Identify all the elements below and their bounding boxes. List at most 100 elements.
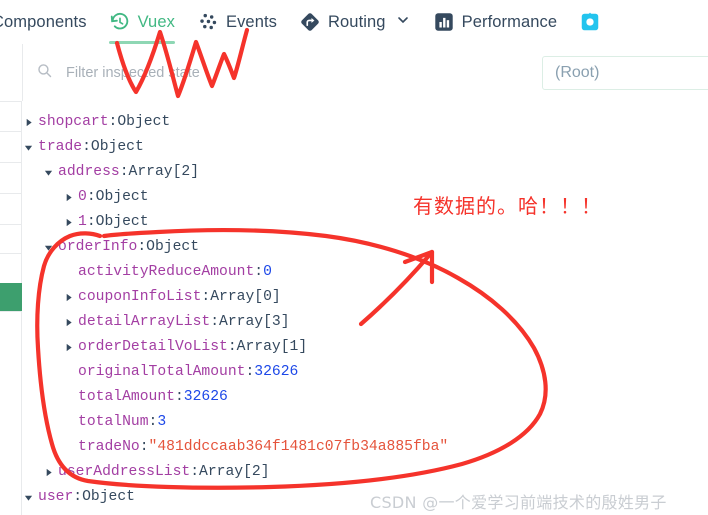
state-tree-row[interactable]: 1: Object (22, 210, 708, 235)
state-tree-row[interactable]: address: Array[2] (22, 160, 708, 185)
state-inspector-body: shopcart: Object trade: Object address: Ar… (0, 101, 708, 515)
vuex-history-icon (109, 11, 131, 33)
state-key: couponInfoList (78, 289, 202, 305)
state-value: Array[0] (210, 289, 281, 305)
triangle-down-icon[interactable] (42, 160, 55, 185)
state-value: "481ddccaab364f1481c07fb34a885fba" (148, 439, 449, 455)
tab-settings[interactable] (568, 0, 612, 44)
state-key-separator: : (148, 414, 158, 430)
state-key-separator: : (108, 114, 118, 130)
state-tree-row[interactable]: detailArrayList: Array[3] (22, 310, 708, 335)
chevron-down-icon[interactable] (393, 12, 411, 33)
triangle-right-icon[interactable] (62, 210, 75, 235)
state-key: tradeNo (78, 439, 140, 455)
tab-performance-label: Performance (461, 12, 558, 31)
state-tree-row[interactable]: tradeNo: "481ddccaab364f1481c07fb34a885f… (22, 435, 708, 460)
state-value: Object (90, 139, 144, 155)
triangle-right-icon[interactable] (22, 110, 35, 135)
state-tree-row[interactable]: trade: Object (22, 135, 708, 160)
state-key-separator: : (73, 489, 83, 505)
root-scope-selector[interactable]: (Root) (542, 55, 708, 90)
state-key-separator: : (174, 389, 184, 405)
state-tree-row[interactable]: orderInfo: Object (22, 235, 708, 260)
state-key-separator: : (86, 189, 96, 205)
state-key: shopcart (38, 114, 109, 130)
state-tree-row[interactable]: totalAmount: 32626 (22, 385, 708, 410)
devtools-tab-bar: Components Vuex Events Routing Performan… (0, 0, 708, 45)
state-key: totalNum (78, 414, 149, 430)
state-key: address (58, 164, 120, 180)
root-scope-value: (Root) (555, 63, 600, 81)
state-key-separator: : (210, 314, 220, 330)
left-rail-selected-row[interactable] (0, 283, 22, 311)
state-key-separator: : (137, 239, 147, 255)
state-key: orderInfo (58, 239, 138, 255)
state-tree-row[interactable]: couponInfoList: Array[0] (22, 285, 708, 310)
triangle-right-icon[interactable] (62, 310, 75, 335)
tab-events-label: Events (225, 12, 278, 31)
tab-routing[interactable]: Routing (288, 0, 422, 44)
state-key: originalTotalAmount (78, 364, 246, 380)
state-key: activityReduceAmount (78, 264, 255, 280)
triangle-down-icon[interactable] (22, 485, 35, 510)
state-key-separator: : (254, 264, 264, 280)
tab-routing-label: Routing (328, 12, 386, 31)
state-value: 32626 (254, 364, 299, 380)
state-key: trade (38, 139, 83, 155)
triangle-down-icon[interactable] (42, 235, 55, 260)
search-icon (36, 62, 53, 84)
state-value: Object (95, 189, 149, 205)
tab-vuex-label: Vuex (137, 12, 175, 31)
left-rail (0, 101, 22, 515)
state-key: 1 (78, 214, 87, 230)
state-value: Array[3] (219, 314, 290, 330)
state-value: Object (146, 239, 200, 255)
state-tree: shopcart: Object trade: Object address: Ar… (22, 101, 708, 515)
state-value: Object (95, 214, 149, 230)
state-tree-row[interactable]: orderDetailVoList: Array[1] (22, 335, 708, 360)
triangle-right-icon[interactable] (42, 460, 55, 485)
state-value: Array[1] (236, 339, 308, 355)
state-value: Array[2] (199, 464, 270, 480)
filter-field-wrapper (23, 62, 542, 84)
state-key: totalAmount (78, 389, 175, 405)
tab-events[interactable]: Events (186, 0, 288, 44)
state-key: orderDetailVoList (78, 339, 228, 355)
csdn-watermark: CSDN @一个爱学习前端技术的殷姓男子 (370, 493, 667, 512)
state-tree-row[interactable]: shopcart: Object (22, 110, 708, 135)
tab-components-label: Components (0, 12, 87, 31)
triangle-right-icon[interactable] (62, 335, 75, 360)
state-key-separator: : (190, 464, 200, 480)
routing-diamond-icon (299, 11, 321, 33)
state-tree-row[interactable]: totalNum: 3 (22, 410, 708, 435)
state-key-separator: : (86, 214, 96, 230)
state-tree-row[interactable]: userAddressList: Array[2] (22, 460, 708, 485)
triangle-down-icon[interactable] (22, 135, 35, 160)
state-value: Array[2] (128, 164, 200, 180)
triangle-right-icon[interactable] (62, 185, 75, 210)
state-key-separator: : (82, 139, 91, 155)
state-value: 3 (157, 414, 167, 430)
state-key-separator: : (139, 439, 149, 455)
state-tree-row[interactable]: activityReduceAmount: 0 (22, 260, 708, 285)
state-value: Object (117, 114, 171, 130)
state-key: detailArrayList (78, 314, 211, 330)
state-value: 32626 (183, 389, 228, 405)
state-key: 0 (78, 189, 87, 205)
state-tree-row[interactable]: originalTotalAmount: 32626 (22, 360, 708, 385)
state-key: userAddressList (58, 464, 191, 480)
triangle-right-icon[interactable] (62, 285, 75, 310)
state-key-separator: : (119, 164, 129, 180)
events-dots-icon (197, 11, 219, 33)
filter-inspected-state-input[interactable] (64, 63, 542, 82)
annotation-note-text: 有数据的。哈！！！ (413, 194, 602, 218)
state-value: Object (82, 489, 135, 505)
tab-components[interactable]: Components (0, 0, 98, 44)
state-value: 0 (263, 264, 272, 280)
performance-bars-icon (433, 11, 455, 33)
tab-vuex[interactable]: Vuex (98, 0, 186, 44)
tab-performance[interactable]: Performance (422, 0, 569, 44)
state-tree-row[interactable]: 0: Object (22, 185, 708, 210)
left-rail-header (0, 44, 23, 101)
inspector-toolbar: (Root) (0, 44, 708, 102)
